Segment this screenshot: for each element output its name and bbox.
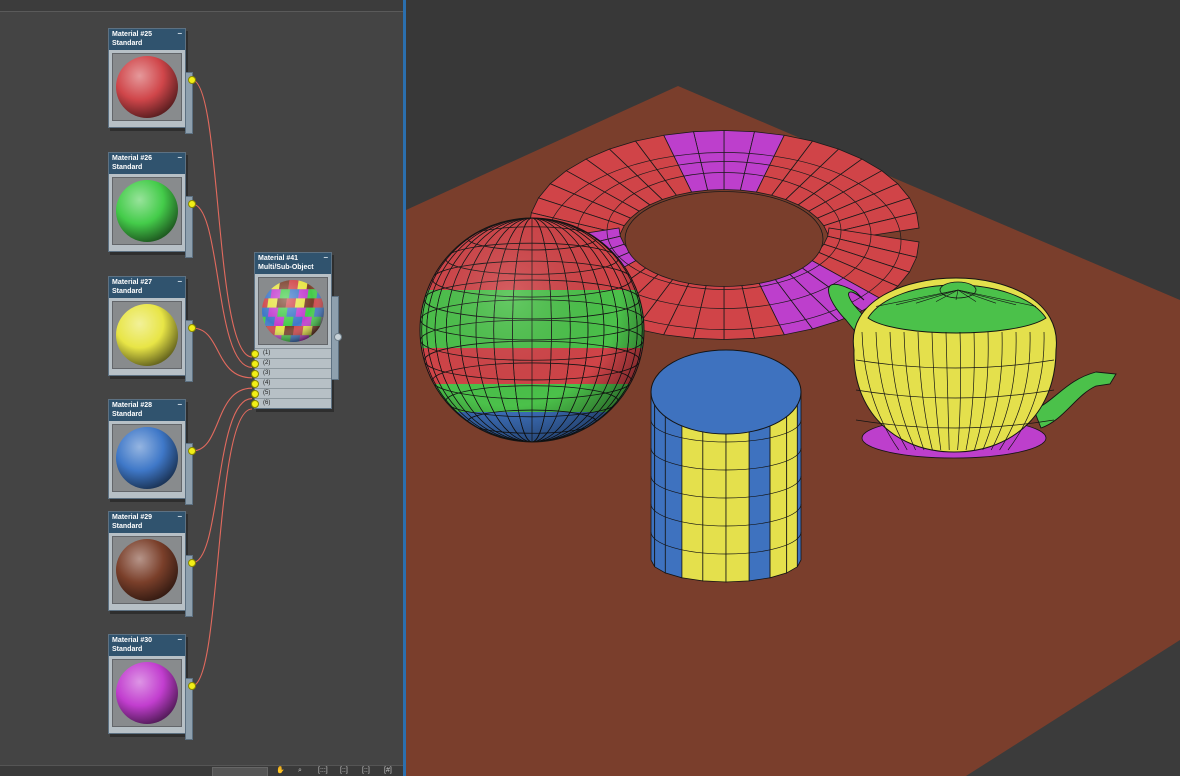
input-socket[interactable]	[251, 360, 259, 368]
wire-connection	[191, 408, 253, 687]
node-type: Standard	[112, 523, 143, 530]
zoom-field[interactable]	[212, 767, 268, 776]
node-type: Standard	[112, 40, 143, 47]
output-socket[interactable]	[334, 333, 342, 341]
node-header[interactable]: Material #26 Standard −	[109, 153, 185, 174]
node-title: Material #41	[258, 255, 299, 262]
input-socket[interactable]	[251, 380, 259, 388]
input-socket[interactable]	[251, 400, 259, 408]
output-socket[interactable]	[188, 447, 196, 455]
sub-material-slot[interactable]: (2)	[251, 358, 331, 368]
minimize-icon[interactable]: −	[177, 400, 182, 409]
node-title: Material #25	[112, 31, 153, 38]
minimize-icon[interactable]: −	[177, 512, 182, 521]
wire-connection	[191, 203, 253, 368]
sub-material-slot[interactable]: (3)	[251, 368, 331, 378]
wire-connection	[191, 327, 253, 379]
material-node[interactable]: Material #28 Standard −	[108, 399, 186, 499]
toolbar-button[interactable]: ⌕	[298, 767, 302, 775]
node-title: Material #26	[112, 155, 153, 162]
node-type: Standard	[112, 411, 143, 418]
toolbar-button[interactable]: [:::]	[318, 767, 328, 775]
toolbar-button[interactable]: ✋	[276, 767, 285, 775]
material-preview-sphere[interactable]	[112, 536, 182, 604]
sub-material-slot[interactable]: (1)	[251, 348, 331, 358]
viewport-scene	[406, 0, 1180, 776]
output-socket[interactable]	[188, 76, 196, 84]
material-preview-sphere[interactable]	[112, 53, 182, 121]
minimize-icon[interactable]: −	[323, 253, 328, 262]
slate-material-editor-panel[interactable]: Material #25 Standard − Material #26 Standar…	[0, 0, 404, 776]
cylinder-object[interactable]	[650, 349, 802, 583]
node-title: Material #30	[112, 637, 153, 644]
material-preview-sphere[interactable]	[258, 277, 328, 345]
minimize-icon[interactable]: −	[177, 153, 182, 162]
material-node[interactable]: Material #25 Standard −	[108, 28, 186, 128]
node-header[interactable]: Material #27 Standard −	[109, 277, 185, 298]
toolbar-button[interactable]: [#]	[384, 767, 392, 775]
output-socket[interactable]	[188, 200, 196, 208]
node-title: Material #28	[112, 402, 153, 409]
toolbar-button[interactable]: [::]	[340, 767, 348, 775]
sub-material-slot[interactable]: (6)	[251, 398, 331, 408]
material-preview-sphere[interactable]	[112, 301, 182, 369]
output-socket[interactable]	[188, 559, 196, 567]
node-title: Material #27	[112, 279, 153, 286]
perspective-viewport[interactable]	[406, 0, 1180, 776]
minimize-icon[interactable]: −	[177, 277, 182, 286]
wire-connection	[191, 79, 253, 358]
node-type: Multi/Sub-Object	[258, 264, 314, 271]
slot-label: (4)	[263, 380, 271, 386]
slot-label: (3)	[263, 370, 271, 376]
slot-label: (1)	[263, 350, 271, 356]
input-socket[interactable]	[251, 350, 259, 358]
node-header[interactable]: Material #29 Standard −	[109, 512, 185, 533]
material-preview-sphere[interactable]	[112, 424, 182, 492]
app-window: Material #25 Standard − Material #26 Standar…	[0, 0, 1180, 776]
material-node[interactable]: Material #29 Standard −	[108, 511, 186, 611]
multi-sub-object-node[interactable]: Material #41 Multi/Sub-Object − (1) (2) (3) (4…	[251, 252, 332, 409]
sub-material-slot[interactable]: (5)	[251, 388, 331, 398]
node-type: Standard	[112, 164, 143, 171]
slot-label: (5)	[263, 390, 271, 396]
minimize-icon[interactable]: −	[177, 635, 182, 644]
sub-material-slot[interactable]: (4)	[251, 378, 331, 388]
node-header[interactable]: Material #28 Standard −	[109, 400, 185, 421]
node-title: Material #29	[112, 514, 153, 521]
output-socket[interactable]	[188, 324, 196, 332]
material-node[interactable]: Material #26 Standard −	[108, 152, 186, 252]
input-socket[interactable]	[251, 390, 259, 398]
material-node[interactable]: Material #27 Standard −	[108, 276, 186, 376]
slot-label: (6)	[263, 400, 271, 406]
node-header[interactable]: Material #41 Multi/Sub-Object −	[255, 253, 331, 274]
wire-connection	[191, 387, 253, 452]
node-wires	[191, 79, 253, 687]
node-header[interactable]: Material #30 Standard −	[109, 635, 185, 656]
material-preview-sphere[interactable]	[112, 659, 182, 727]
minimize-icon[interactable]: −	[177, 29, 182, 38]
node-type: Standard	[112, 646, 143, 653]
material-preview-sphere[interactable]	[112, 177, 182, 245]
node-type: Standard	[112, 288, 143, 295]
material-node[interactable]: Material #30 Standard −	[108, 634, 186, 734]
slot-label: (2)	[263, 360, 271, 366]
output-socket[interactable]	[188, 682, 196, 690]
wire-connection	[191, 398, 253, 564]
node-header[interactable]: Material #25 Standard −	[109, 29, 185, 50]
input-socket[interactable]	[251, 370, 259, 378]
toolbar-button[interactable]: [::]	[362, 767, 370, 775]
